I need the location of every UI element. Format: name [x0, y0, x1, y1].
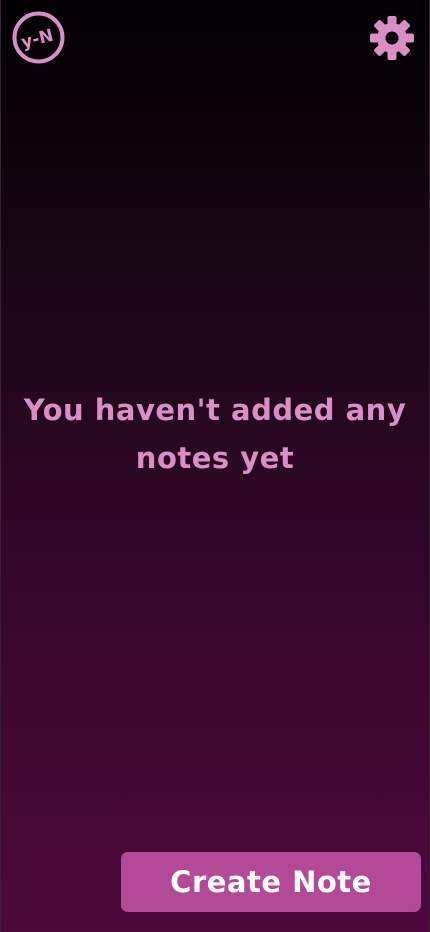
notes-screen: y-N You haven't added any notes yet Crea…	[0, 0, 430, 932]
empty-notes-message: You haven't added any notes yet	[23, 393, 407, 475]
app-logo-icon: y-N	[12, 11, 65, 64]
logo-text: y-N	[19, 26, 55, 53]
create-note-button[interactable]: Create Note	[121, 852, 421, 912]
gear-icon[interactable]	[369, 15, 415, 61]
